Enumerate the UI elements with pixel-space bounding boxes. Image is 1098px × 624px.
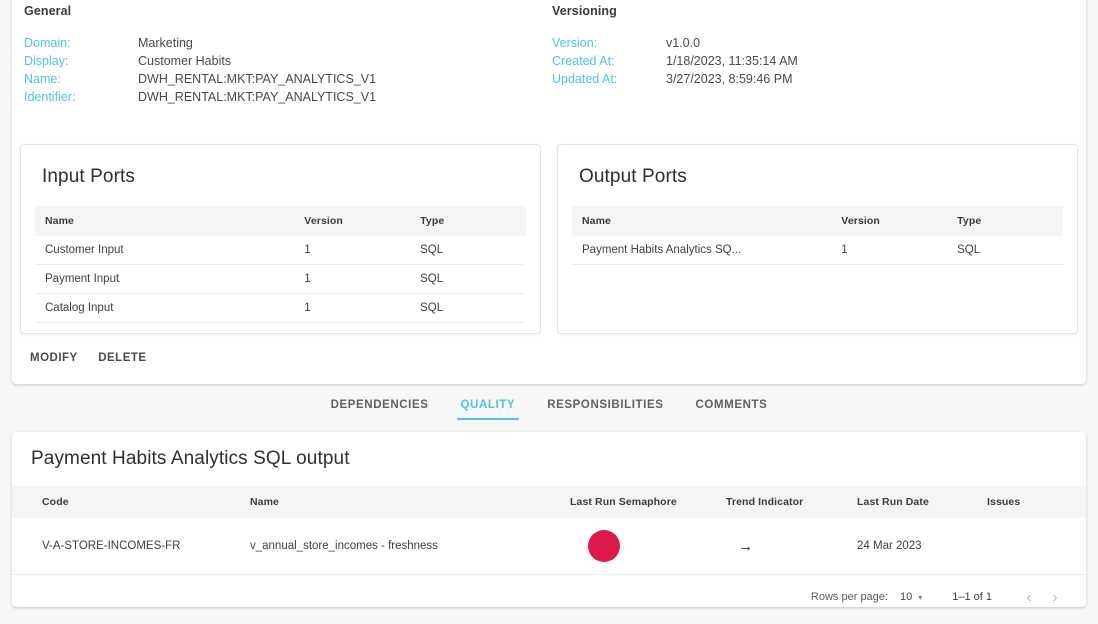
quality-header-semaphore: Last Run Semaphore — [570, 486, 726, 518]
page-root: General Domain: Marketing Display: Custo… — [0, 0, 1098, 624]
general-value-identifier: DWH_RENTAL:MKT:PAY_ANALYTICS_V1 — [138, 90, 377, 104]
input-ports-table: Name Version Type Customer Input 1 SQL P… — [35, 206, 526, 323]
quality-header-trend: Trend Indicator — [726, 486, 857, 518]
versioning-section: Versioning Version: v1.0.0 Created At: 1… — [552, 0, 1072, 106]
rows-per-page-label: Rows per page: — [810, 591, 888, 603]
input-ports-header-row: Name Version Type — [35, 206, 526, 236]
output-ports-header-type: Type — [947, 206, 1063, 236]
tab-dependencies[interactable]: DEPENDENCIES — [315, 394, 445, 420]
input-port-type: SQL — [410, 264, 526, 294]
rows-per-page-select[interactable]: 10 ▾ — [900, 591, 922, 603]
output-ports-header-name: Name — [572, 206, 832, 236]
versioning-label-version: Version: — [552, 36, 598, 50]
input-port-version: 1 — [294, 236, 411, 265]
quality-header-code: Code — [12, 486, 250, 518]
quality-header-last-run-date: Last Run Date — [857, 486, 987, 518]
general-label-name: Name: — [24, 72, 61, 86]
quality-title: Payment Habits Analytics SQL output — [31, 448, 350, 469]
rows-per-page-value: 10 — [899, 591, 913, 603]
detail-action-bar: MODIFY DELETE — [22, 347, 155, 369]
general-field-display: Display: Customer Habits — [24, 52, 376, 70]
next-page-button[interactable]: › — [1042, 584, 1068, 607]
output-port-type: SQL — [947, 236, 1063, 265]
input-port-name: Catalog Input — [35, 293, 295, 323]
quality-panel: Payment Habits Analytics SQL output Code… — [12, 432, 1086, 607]
versioning-field-list: Version: v1.0.0 Created At: 1/18/2023, 1… — [552, 34, 798, 88]
output-ports-table: Name Version Type Payment Habits Analyti… — [572, 206, 1063, 265]
general-field-name: Name: DWH_RENTAL:MKT:PAY_ANALYTICS_V1 — [24, 70, 376, 88]
quality-header-issues: Issues — [987, 486, 1086, 518]
output-ports-card: Output Ports Name Version Type Payment H… — [557, 144, 1078, 334]
quality-cell-semaphore — [570, 518, 726, 575]
versioning-title: Versioning — [552, 4, 617, 18]
chevron-down-icon: ▾ — [918, 592, 923, 602]
table-row[interactable]: Customer Input 1 SQL — [35, 236, 526, 265]
quality-cell-name: v_annual_store_incomes - freshness — [250, 518, 570, 575]
input-ports-header-version: Version — [294, 206, 411, 236]
input-ports-header-name: Name — [35, 206, 295, 236]
detail-tab-bar: DEPENDENCIES QUALITY RESPONSIBILITIES CO… — [0, 394, 1098, 426]
input-port-version: 1 — [294, 293, 411, 323]
general-label-domain: Domain: — [24, 36, 71, 50]
tab-responsibilities[interactable]: RESPONSIBILITIES — [531, 394, 679, 420]
trend-arrow-right-icon: → — [738, 537, 753, 555]
quality-paginator: Rows per page: 10 ▾ 1–1 of 1 ‹ › — [12, 575, 1086, 607]
general-value-display: Customer Habits — [138, 54, 232, 68]
quality-cell-trend: → — [726, 518, 857, 575]
table-row[interactable]: Catalog Input 1 SQL — [35, 293, 526, 323]
info-summary-row: General Domain: Marketing Display: Custo… — [12, 0, 1086, 106]
previous-page-button[interactable]: ‹ — [1016, 584, 1042, 607]
versioning-value-created-at: 1/18/2023, 11:35:14 AM — [666, 54, 798, 68]
versioning-field-version: Version: v1.0.0 — [552, 34, 798, 52]
input-port-name: Customer Input — [35, 236, 295, 265]
semaphore-red-circle-icon — [588, 530, 620, 562]
tab-quality[interactable]: QUALITY — [445, 394, 532, 420]
tab-comments[interactable]: COMMENTS — [680, 394, 784, 420]
input-port-type: SQL — [410, 293, 526, 323]
ports-row: Input Ports Name Version Type Customer I… — [20, 144, 1078, 334]
table-row[interactable]: V-A-STORE-INCOMES-FR v_annual_store_inco… — [12, 518, 1086, 575]
input-ports-card: Input Ports Name Version Type Customer I… — [20, 144, 541, 334]
versioning-field-created-at: Created At: 1/18/2023, 11:35:14 AM — [552, 52, 798, 70]
pagination-range: 1–1 of 1 — [952, 591, 992, 603]
general-label-display: Display: — [24, 54, 69, 68]
delete-button[interactable]: DELETE — [90, 347, 154, 369]
general-title: General — [24, 4, 72, 18]
quality-cell-code: V-A-STORE-INCOMES-FR — [12, 518, 250, 575]
quality-cell-issues — [987, 518, 1086, 575]
general-section: General Domain: Marketing Display: Custo… — [12, 0, 552, 106]
table-row[interactable]: Payment Input 1 SQL — [35, 264, 526, 294]
output-ports-header-version: Version — [831, 206, 948, 236]
general-field-identifier: Identifier: DWH_RENTAL:MKT:PAY_ANALYTICS… — [24, 88, 376, 106]
general-label-identifier: Identifier: — [24, 90, 76, 104]
output-port-version: 1 — [831, 236, 948, 265]
general-field-list: Domain: Marketing Display: Customer Habi… — [24, 34, 376, 106]
versioning-field-updated-at: Updated At: 3/27/2023, 8:59:46 PM — [552, 70, 798, 88]
input-ports-header-type: Type — [410, 206, 526, 236]
general-value-domain: Marketing — [138, 36, 193, 50]
versioning-label-updated-at: Updated At: — [552, 72, 618, 86]
input-port-type: SQL — [410, 236, 526, 265]
output-ports-header-row: Name Version Type — [572, 206, 1063, 236]
data-product-detail-card: General Domain: Marketing Display: Custo… — [12, 0, 1086, 384]
versioning-value-updated-at: 3/27/2023, 8:59:46 PM — [666, 72, 793, 86]
versioning-label-created-at: Created At: — [552, 54, 615, 68]
general-field-domain: Domain: Marketing — [24, 34, 376, 52]
quality-header-row: Code Name Last Run Semaphore Trend Indic… — [12, 486, 1086, 518]
quality-cell-last-run-date: 24 Mar 2023 — [857, 518, 987, 575]
input-port-version: 1 — [294, 264, 411, 294]
general-value-name: DWH_RENTAL:MKT:PAY_ANALYTICS_V1 — [138, 72, 377, 86]
modify-button[interactable]: MODIFY — [22, 347, 86, 369]
input-ports-title: Input Ports — [42, 166, 135, 187]
table-row[interactable]: Payment Habits Analytics SQ... 1 SQL — [572, 236, 1063, 265]
versioning-value-version: v1.0.0 — [666, 36, 701, 50]
quality-header-name: Name — [250, 486, 570, 518]
input-port-name: Payment Input — [35, 264, 295, 294]
output-ports-title: Output Ports — [579, 166, 687, 187]
quality-table: Code Name Last Run Semaphore Trend Indic… — [12, 486, 1086, 575]
output-port-name: Payment Habits Analytics SQ... — [572, 236, 832, 265]
